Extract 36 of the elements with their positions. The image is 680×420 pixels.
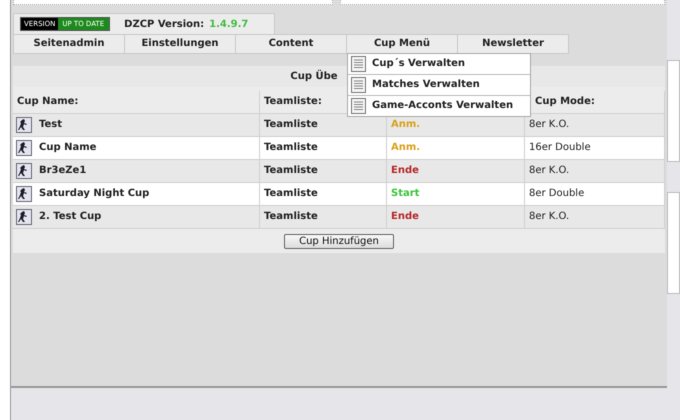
column-header: Teamliste: (264, 96, 322, 107)
status-cell: Ende (387, 206, 525, 229)
menu-item[interactable]: Game-Acconts Verwalten (348, 96, 530, 116)
table-cell: 8er Double (525, 183, 665, 206)
player-icon (16, 186, 32, 202)
menu-item[interactable]: Cup´s Verwalten (348, 54, 530, 75)
document-icon (351, 77, 366, 93)
status-cell: Ende (387, 160, 525, 183)
table-cell: Cup Name (35, 137, 260, 160)
menu-tab[interactable]: Einstellungen (141, 35, 219, 53)
version-number: 1.4.9.7 (209, 18, 248, 30)
menu-tab[interactable]: Cup Menü (374, 35, 430, 53)
document-icon (351, 98, 366, 114)
menu-tab[interactable]: Seitenadmin (34, 35, 104, 53)
status-cell: Anm. (387, 137, 525, 160)
version-label: DZCP Version: (124, 18, 204, 30)
player-icon (16, 209, 32, 225)
column-header: Cup Mode: (535, 96, 595, 107)
menu-item[interactable]: Matches Verwalten (348, 75, 530, 96)
table-cell: 2. Test Cup (35, 206, 260, 229)
table-cell: Br3eZe1 (35, 160, 260, 183)
table-cell: 8er K.O. (525, 114, 665, 137)
document-icon (351, 56, 366, 72)
player-icon (16, 163, 32, 179)
add-cup-button[interactable]: Cup Hinzufügen (284, 234, 394, 248)
menu-tab[interactable]: Content (268, 35, 314, 53)
table-cell: 8er K.O. (525, 160, 665, 183)
status-cell: Start (387, 183, 525, 206)
menu-tab[interactable]: Newsletter (482, 35, 544, 53)
column-header: Cup Name: (17, 96, 78, 107)
table-cell: 16er Double (525, 137, 665, 160)
table-cell: Test (35, 114, 260, 137)
player-icon (16, 117, 32, 133)
table-cell: 8er K.O. (525, 206, 665, 229)
player-icon (16, 140, 32, 156)
table-cell: Saturday Night Cup (35, 183, 260, 206)
